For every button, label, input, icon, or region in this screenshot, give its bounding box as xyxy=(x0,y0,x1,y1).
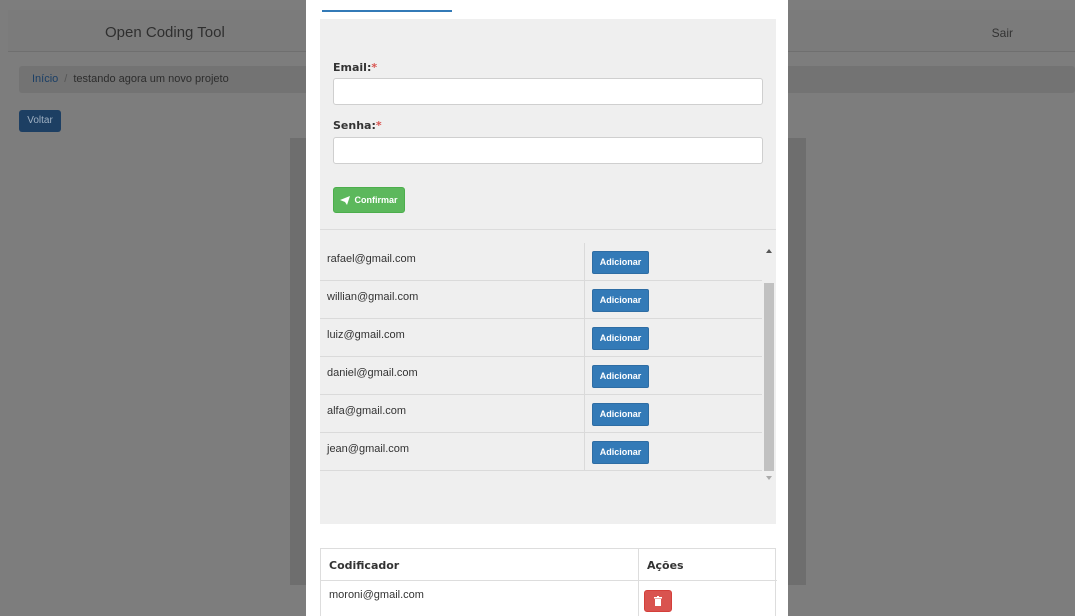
list-item: jean@gmail.com Adicionar xyxy=(320,433,762,471)
back-button[interactable]: Voltar xyxy=(19,110,61,132)
column-divider xyxy=(584,357,585,395)
add-coder-modal: Email:* Senha:* Confirmar rafael@gmail.c… xyxy=(306,0,788,616)
user-list: rafael@gmail.com Adicionar willian@gmail… xyxy=(320,243,764,472)
list-item: willian@gmail.com Adicionar xyxy=(320,281,762,319)
confirm-button[interactable]: Confirmar xyxy=(333,187,405,213)
column-divider xyxy=(584,319,585,357)
breadcrumb-current: testando agora um novo projeto xyxy=(73,73,229,85)
list-item: daniel@gmail.com Adicionar xyxy=(320,357,762,395)
add-user-button[interactable]: Adicionar xyxy=(592,327,649,350)
list-item: alfa@gmail.com Adicionar xyxy=(320,395,762,433)
coder-email: moroni@gmail.com xyxy=(329,589,424,601)
scroll-thumb[interactable] xyxy=(764,283,774,471)
column-divider xyxy=(584,395,585,433)
user-email: jean@gmail.com xyxy=(327,443,410,455)
confirm-label: Confirmar xyxy=(354,195,398,205)
logout-link[interactable]: Sair xyxy=(992,26,1013,40)
add-user-button[interactable]: Adicionar xyxy=(592,289,649,312)
coders-table: Codificador Ações moroni@gmail.com xyxy=(320,548,777,616)
app-brand[interactable]: Open Coding Tool xyxy=(105,24,225,41)
list-item: rafael@gmail.com Adicionar xyxy=(320,243,762,281)
active-tab-indicator xyxy=(322,0,452,12)
user-list-scrollbar[interactable] xyxy=(763,243,776,486)
user-email: alfa@gmail.com xyxy=(327,405,407,417)
add-user-button[interactable]: Adicionar xyxy=(592,365,649,388)
divider xyxy=(320,229,776,230)
column-divider xyxy=(584,243,585,281)
password-field[interactable] xyxy=(333,137,763,164)
breadcrumb-home[interactable]: Início xyxy=(32,73,58,85)
user-email: luiz@gmail.com xyxy=(327,329,405,341)
column-header-coder: Codificador xyxy=(329,559,400,572)
list-item: luiz@gmail.com Adicionar xyxy=(320,319,762,357)
breadcrumb-separator: / xyxy=(64,73,68,85)
add-user-button[interactable]: Adicionar xyxy=(592,441,649,464)
add-user-button[interactable]: Adicionar xyxy=(592,403,649,426)
email-field[interactable] xyxy=(333,78,763,105)
header-divider xyxy=(321,580,777,581)
password-label: Senha:* xyxy=(333,119,382,132)
trash-icon xyxy=(654,596,662,606)
add-user-button[interactable]: Adicionar xyxy=(592,251,649,274)
form-panel: Email:* Senha:* Confirmar rafael@gmail.c… xyxy=(320,19,776,524)
user-email: willian@gmail.com xyxy=(327,291,419,303)
column-divider xyxy=(584,281,585,319)
delete-coder-button[interactable] xyxy=(644,590,672,612)
user-email: rafael@gmail.com xyxy=(327,253,416,265)
column-header-actions: Ações xyxy=(647,559,684,572)
user-email: daniel@gmail.com xyxy=(327,367,418,379)
column-divider xyxy=(638,549,639,616)
column-divider xyxy=(584,433,585,471)
scroll-up-arrow-icon[interactable] xyxy=(766,249,772,253)
scroll-down-arrow-icon[interactable] xyxy=(766,476,772,480)
paper-plane-icon xyxy=(340,195,351,205)
email-label: Email:* xyxy=(333,61,378,74)
